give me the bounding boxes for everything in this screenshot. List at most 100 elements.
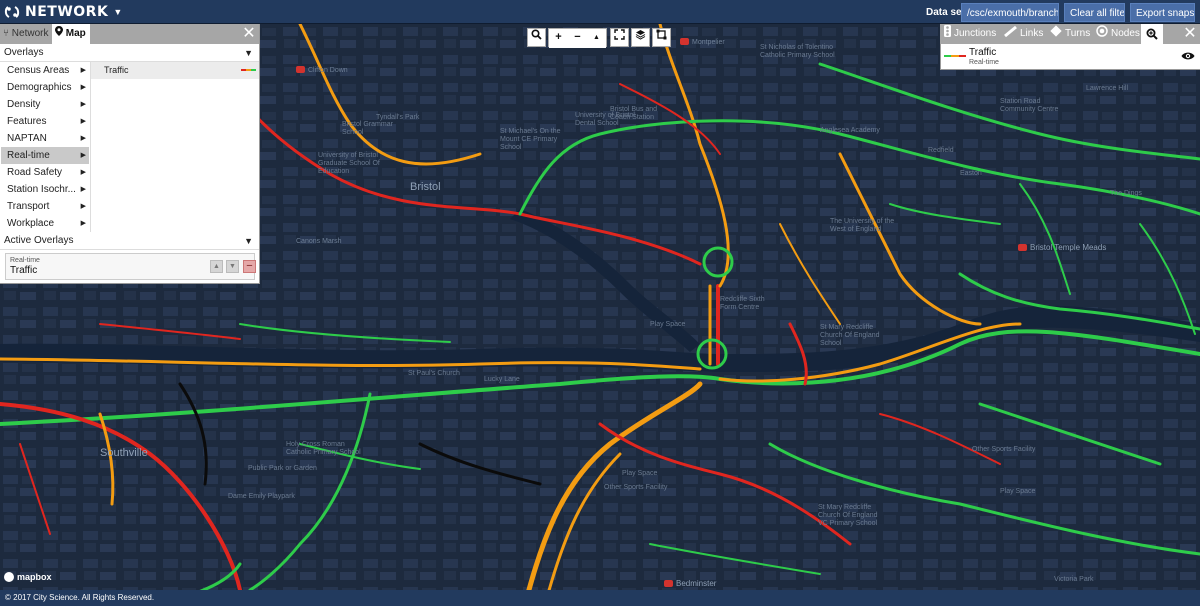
chevron-right-icon: ▶ xyxy=(80,152,86,159)
overlays-header[interactable]: Overlays ▼ xyxy=(0,44,259,62)
node-icon xyxy=(1096,24,1108,44)
category-item[interactable]: Features ▶ xyxy=(1,113,89,130)
label-redcliffe-sixth: Redcliffe Sixth Form Centre xyxy=(720,296,765,311)
category-item[interactable]: Census Areas ▶ xyxy=(1,62,89,79)
label-st-nicholas: St Nicholas of Tolentino Catholic Primar… xyxy=(760,44,835,59)
traffic-light-icon xyxy=(944,24,951,44)
active-overlays-title: Active Overlays xyxy=(4,235,74,246)
label-st-mary-vc: St Mary Redcliffe Church Of England VC P… xyxy=(818,504,878,527)
fullscreen-icon[interactable] xyxy=(610,28,629,47)
layers-icon[interactable] xyxy=(631,28,650,47)
close-icon[interactable]: ✕ xyxy=(239,24,259,44)
tab-map-label: Map xyxy=(65,28,86,39)
category-item[interactable]: Transport ▶ xyxy=(1,198,89,215)
fit-bounds-icon[interactable] xyxy=(652,28,671,47)
label-victoria-park: Victoria Park xyxy=(1054,576,1094,583)
chevron-down-icon: ▼ xyxy=(113,7,123,17)
category-item[interactable]: Real-time ▶ xyxy=(1,147,89,164)
label-univ-college: University of Bristol Graduate School Of… xyxy=(318,152,380,175)
brand-menu[interactable]: NETWORK ▼ xyxy=(4,3,122,21)
label-st-mary-redcliffe-sec: St Mary Redcliffe Church Of England Scho… xyxy=(820,324,880,347)
zoom-in-icon[interactable]: + xyxy=(549,29,568,48)
category-item[interactable]: Road Safety ▶ xyxy=(1,164,89,181)
category-item[interactable]: Workplace ▶ xyxy=(1,215,89,232)
label-easton: Easton xyxy=(960,170,982,177)
label-lucky-lane: Lucky Lane xyxy=(484,376,520,383)
layer-title: Traffic xyxy=(969,47,997,58)
left-tab-bar: ⑂ Network Map ✕ xyxy=(0,24,259,44)
category-label: NAPTAN xyxy=(7,133,47,144)
brand-name: NETWORK xyxy=(25,4,109,20)
category-item[interactable]: Density ▶ xyxy=(1,96,89,113)
category-label: Density xyxy=(7,99,41,110)
tab-junctions[interactable]: Junctions xyxy=(944,24,996,44)
mapbox-label: mapbox xyxy=(17,572,52,582)
chevron-right-icon: ▶ xyxy=(80,135,86,142)
mapbox-logo[interactable]: mapbox xyxy=(4,572,52,582)
active-overlays-header[interactable]: Active Overlays ▼ xyxy=(0,232,259,250)
chevron-right-icon: ▶ xyxy=(80,118,86,125)
close-icon[interactable]: ✕ xyxy=(1180,24,1200,44)
label-other-sports: Other Sports Facility xyxy=(604,484,668,491)
remove-overlay-button[interactable]: − xyxy=(243,260,256,273)
category-label: Transport xyxy=(7,201,50,212)
layer-subtitle: Real-time xyxy=(969,59,999,66)
chevron-down-icon: ▼ xyxy=(244,48,253,58)
move-down-button[interactable]: ▼ xyxy=(226,260,239,273)
label-bristol-bus: Bristol Bus and Coach Station xyxy=(610,106,658,121)
tab-network-label: Network xyxy=(11,28,49,39)
right-tab-bar: Junctions Links Turns Nodes ✕ xyxy=(940,24,1200,44)
tab-turns-label: Turns xyxy=(1065,28,1091,39)
category-item[interactable]: NAPTAN ▶ xyxy=(1,130,89,147)
category-label: Workplace xyxy=(7,218,55,229)
network-tree-icon: ⑂ xyxy=(3,28,9,39)
tab-map[interactable]: Map xyxy=(52,24,90,44)
search-icon[interactable] xyxy=(527,28,546,47)
label-play-space: Play Space xyxy=(650,321,686,328)
move-up-button[interactable]: ▲ xyxy=(210,260,223,273)
tab-nodes[interactable]: Nodes xyxy=(1096,24,1140,44)
overlays-title: Overlays xyxy=(4,47,44,58)
turn-icon xyxy=(1050,24,1062,44)
label-lawrence-hill: Lawrence Hill xyxy=(1086,85,1129,92)
overlay-item-traffic[interactable]: Traffic xyxy=(91,62,259,79)
chevron-right-icon: ▶ xyxy=(80,84,86,91)
tab-network[interactable]: ⑂ Network xyxy=(0,24,52,44)
label-st-pauls: St Paul's Church xyxy=(408,370,460,377)
label-other-sports-2: Other Sports Facility xyxy=(972,446,1036,453)
label-anglesea: Anglesea Academy xyxy=(820,127,880,134)
zoom-icon[interactable] xyxy=(1141,24,1163,44)
link-icon xyxy=(1004,24,1017,44)
layer-legend-panel: Traffic Real-time xyxy=(940,44,1200,70)
rail-icon xyxy=(664,580,673,587)
tab-links-label: Links xyxy=(1020,28,1044,39)
dataset-selector[interactable]: /csc/exmouth/branch/... xyxy=(961,3,1059,22)
tab-links[interactable]: Links xyxy=(1004,24,1043,44)
category-label: Real-time xyxy=(7,150,50,161)
category-item[interactable]: Demographics ▶ xyxy=(1,79,89,96)
label-play-space-2: Play Space xyxy=(622,470,658,477)
category-label: Features xyxy=(7,116,47,127)
label-dame-emily: Dame Emily Playpark xyxy=(228,493,295,500)
category-item[interactable]: Station Isochr... ▶ xyxy=(1,181,89,198)
network-logo-icon xyxy=(4,6,20,18)
category-label: Road Safety xyxy=(7,167,63,178)
export-snapshot-button[interactable]: Export snapshot xyxy=(1130,3,1195,22)
label-play-space-3: Play Space xyxy=(1000,488,1036,495)
zoom-out-icon[interactable]: − xyxy=(568,29,587,48)
category-label: Census Areas xyxy=(7,65,70,76)
compass-icon[interactable]: ▲ xyxy=(587,29,606,48)
label-clifton-down: Clifton Down xyxy=(296,66,348,75)
label-the-dings: The Dings xyxy=(1110,190,1142,197)
copyright-text: © 2017 City Science. All Rights Reserved… xyxy=(5,593,155,602)
chevron-right-icon: ▶ xyxy=(80,101,86,108)
tab-junctions-label: Junctions xyxy=(954,28,997,39)
clear-filters-button[interactable]: Clear all filters xyxy=(1064,3,1125,22)
label-bristol-grammar: Bristol Grammar School xyxy=(342,121,393,136)
category-label: Station Isochr... xyxy=(7,184,76,195)
tab-turns[interactable]: Turns xyxy=(1050,24,1090,44)
map-toolbar: + − ▲ xyxy=(527,28,673,48)
chevron-right-icon: ▶ xyxy=(80,67,86,74)
rail-icon xyxy=(680,38,689,45)
eye-icon[interactable] xyxy=(1181,51,1195,61)
